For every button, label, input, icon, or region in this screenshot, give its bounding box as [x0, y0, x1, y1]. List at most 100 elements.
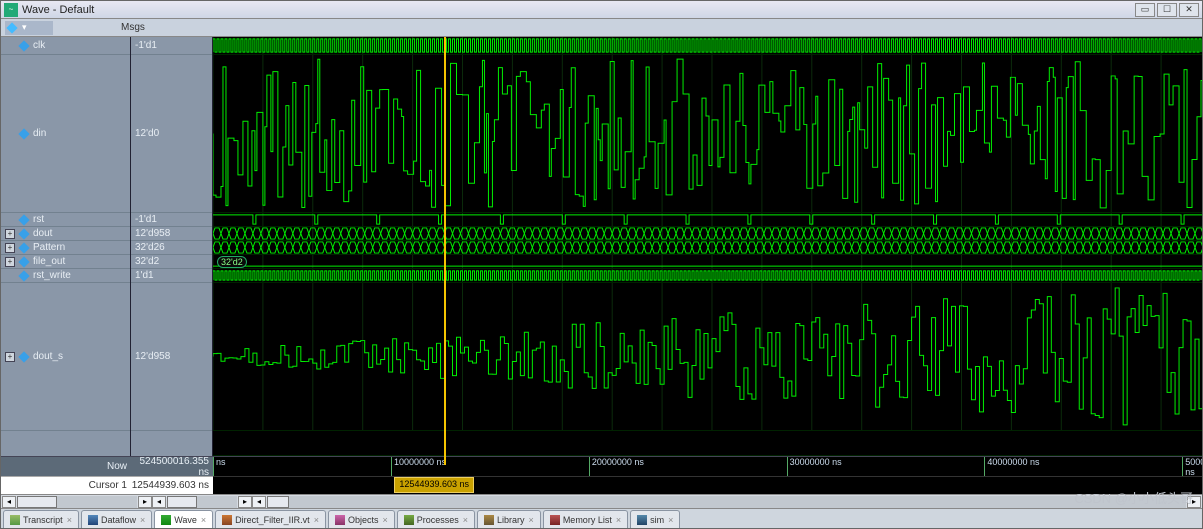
- waveform-track[interactable]: [213, 283, 1202, 431]
- expand-toggle[interactable]: +: [5, 257, 15, 267]
- window-title: Wave - Default: [22, 4, 94, 16]
- maximize-button[interactable]: ☐: [1157, 3, 1177, 17]
- tab-close-icon[interactable]: ×: [201, 515, 206, 525]
- wave-window: ~ Wave - Default ▭ ☐ ✕ ▾ Msgs clk din rs…: [0, 0, 1203, 529]
- cursor-track[interactable]: 12544939.603 ns: [213, 476, 1202, 494]
- signal-row[interactable]: din: [1, 55, 130, 213]
- waveform-area[interactable]: 32'd2 ns10000000 ns20000000 ns30000000 ns…: [213, 37, 1202, 494]
- signal-format-tool[interactable]: ▾: [5, 21, 53, 35]
- tab-close-icon[interactable]: ×: [140, 515, 145, 525]
- signal-row[interactable]: clk: [1, 37, 130, 55]
- signal-value: 12'd0: [135, 128, 159, 139]
- scrollbars-row: ◂ ▸ ◂ ▸ ◂ ▸: [1, 494, 1202, 508]
- waveform-track[interactable]: [213, 37, 1202, 55]
- chevron-down-icon: ▾: [22, 22, 27, 33]
- scroll-right-button[interactable]: ▸: [1187, 496, 1201, 508]
- tab-wave[interactable]: Wave ×: [154, 510, 213, 528]
- signal-name: clk: [33, 40, 45, 51]
- scroll-thumb[interactable]: [167, 496, 197, 508]
- tab-close-icon[interactable]: ×: [463, 515, 468, 525]
- value-row[interactable]: 32'd2: [131, 255, 212, 269]
- tab-close-icon[interactable]: ×: [382, 515, 387, 525]
- value-row[interactable]: -1'd1: [131, 37, 212, 55]
- diamond-icon: [18, 256, 29, 267]
- scroll-left-button[interactable]: ◂: [252, 496, 266, 508]
- diamond-icon: [18, 270, 29, 281]
- diamond-icon: [18, 214, 29, 225]
- tab-processes[interactable]: Processes ×: [397, 510, 475, 528]
- expand-toggle[interactable]: +: [5, 229, 15, 239]
- signal-value: 32'd26: [135, 242, 165, 253]
- tab-dataflow[interactable]: Dataflow ×: [81, 510, 152, 528]
- signal-value: 12'd958: [135, 351, 170, 362]
- cursor-line[interactable]: [444, 37, 446, 465]
- signal-name: rst_write: [33, 270, 71, 281]
- diamond-icon: [18, 242, 29, 253]
- scroll-right-button[interactable]: ▸: [138, 496, 152, 508]
- waveform-track[interactable]: [213, 55, 1202, 213]
- tab-transcript[interactable]: Transcript ×: [3, 510, 79, 528]
- tab-icon: [637, 515, 647, 525]
- undock-button[interactable]: ▭: [1135, 3, 1155, 17]
- expand-toggle[interactable]: +: [5, 352, 15, 362]
- signal-value: -1'd1: [135, 214, 157, 225]
- scroll-left-button[interactable]: ◂: [152, 496, 166, 508]
- value-row[interactable]: 12'd958: [131, 283, 212, 431]
- name-scroll-track[interactable]: [17, 496, 137, 508]
- signal-row[interactable]: + file_out: [1, 255, 130, 269]
- tab-label: Dataflow: [101, 515, 136, 525]
- scroll-thumb[interactable]: [17, 496, 57, 508]
- diamond-icon: [6, 22, 17, 33]
- waveform-track[interactable]: [213, 227, 1202, 241]
- tab-close-icon[interactable]: ×: [67, 515, 72, 525]
- value-row[interactable]: 32'd26: [131, 241, 212, 255]
- value-row[interactable]: -1'd1: [131, 213, 212, 227]
- scroll-thumb[interactable]: [267, 496, 289, 508]
- waveform-track[interactable]: [213, 213, 1202, 227]
- scroll-right-button[interactable]: ▸: [238, 496, 252, 508]
- diamond-icon: [18, 228, 29, 239]
- signal-row[interactable]: rst: [1, 213, 130, 227]
- signal-name-column[interactable]: clk din rst + dout + Pattern + file_out: [1, 37, 131, 494]
- tab-icon: [10, 515, 20, 525]
- tab-memory-list[interactable]: Memory List ×: [543, 510, 628, 528]
- cursor-readout[interactable]: 12544939.603 ns: [394, 477, 474, 493]
- value-scroll-track[interactable]: [167, 496, 237, 508]
- tab-objects[interactable]: Objects ×: [328, 510, 395, 528]
- tab-sim[interactable]: sim ×: [630, 510, 680, 528]
- waveform-track[interactable]: 32'd2: [213, 255, 1202, 269]
- ruler-tick: ns: [213, 457, 226, 476]
- cursor-value[interactable]: 12544939.603 ns: [131, 476, 213, 494]
- tab-library[interactable]: Library ×: [477, 510, 541, 528]
- waveform-track[interactable]: [213, 241, 1202, 255]
- tab-direct-filter-iir-vt[interactable]: Direct_Filter_IIR.vt ×: [215, 510, 326, 528]
- tab-label: sim: [650, 515, 664, 525]
- value-row[interactable]: 1'd1: [131, 269, 212, 283]
- time-ruler[interactable]: ns10000000 ns20000000 ns30000000 ns40000…: [213, 456, 1202, 476]
- ruler-tick: 50000000 ns: [1182, 457, 1202, 476]
- tab-close-icon[interactable]: ×: [616, 515, 621, 525]
- tab-close-icon[interactable]: ×: [668, 515, 673, 525]
- signal-row[interactable]: rst_write: [1, 269, 130, 283]
- close-button[interactable]: ✕: [1179, 3, 1199, 17]
- tab-close-icon[interactable]: ×: [314, 515, 319, 525]
- tab-close-icon[interactable]: ×: [529, 515, 534, 525]
- value-row[interactable]: 12'd958: [131, 227, 212, 241]
- waveform-filler: [213, 431, 1202, 456]
- cursor-label[interactable]: Cursor 1: [1, 476, 131, 494]
- expand-toggle[interactable]: +: [5, 243, 15, 253]
- scroll-left-button[interactable]: ◂: [2, 496, 16, 508]
- value-row[interactable]: 12'd0: [131, 55, 212, 213]
- tab-icon: [335, 515, 345, 525]
- signal-value: 1'd1: [135, 270, 154, 281]
- tab-label: Transcript: [23, 515, 63, 525]
- titlebar[interactable]: ~ Wave - Default ▭ ☐ ✕: [1, 1, 1202, 19]
- signal-row[interactable]: + dout_s: [1, 283, 130, 431]
- signal-row[interactable]: + dout: [1, 227, 130, 241]
- expand-spacer: [5, 215, 15, 225]
- signal-value-column[interactable]: -1'd1 12'd0 -1'd1 12'd958 32'd26 32'd2 1…: [131, 37, 213, 494]
- wave-toolbar: ▾ Msgs: [1, 19, 1202, 37]
- waveform-track[interactable]: [213, 269, 1202, 283]
- signal-row[interactable]: + Pattern: [1, 241, 130, 255]
- wave-scroll-track[interactable]: [267, 496, 1186, 508]
